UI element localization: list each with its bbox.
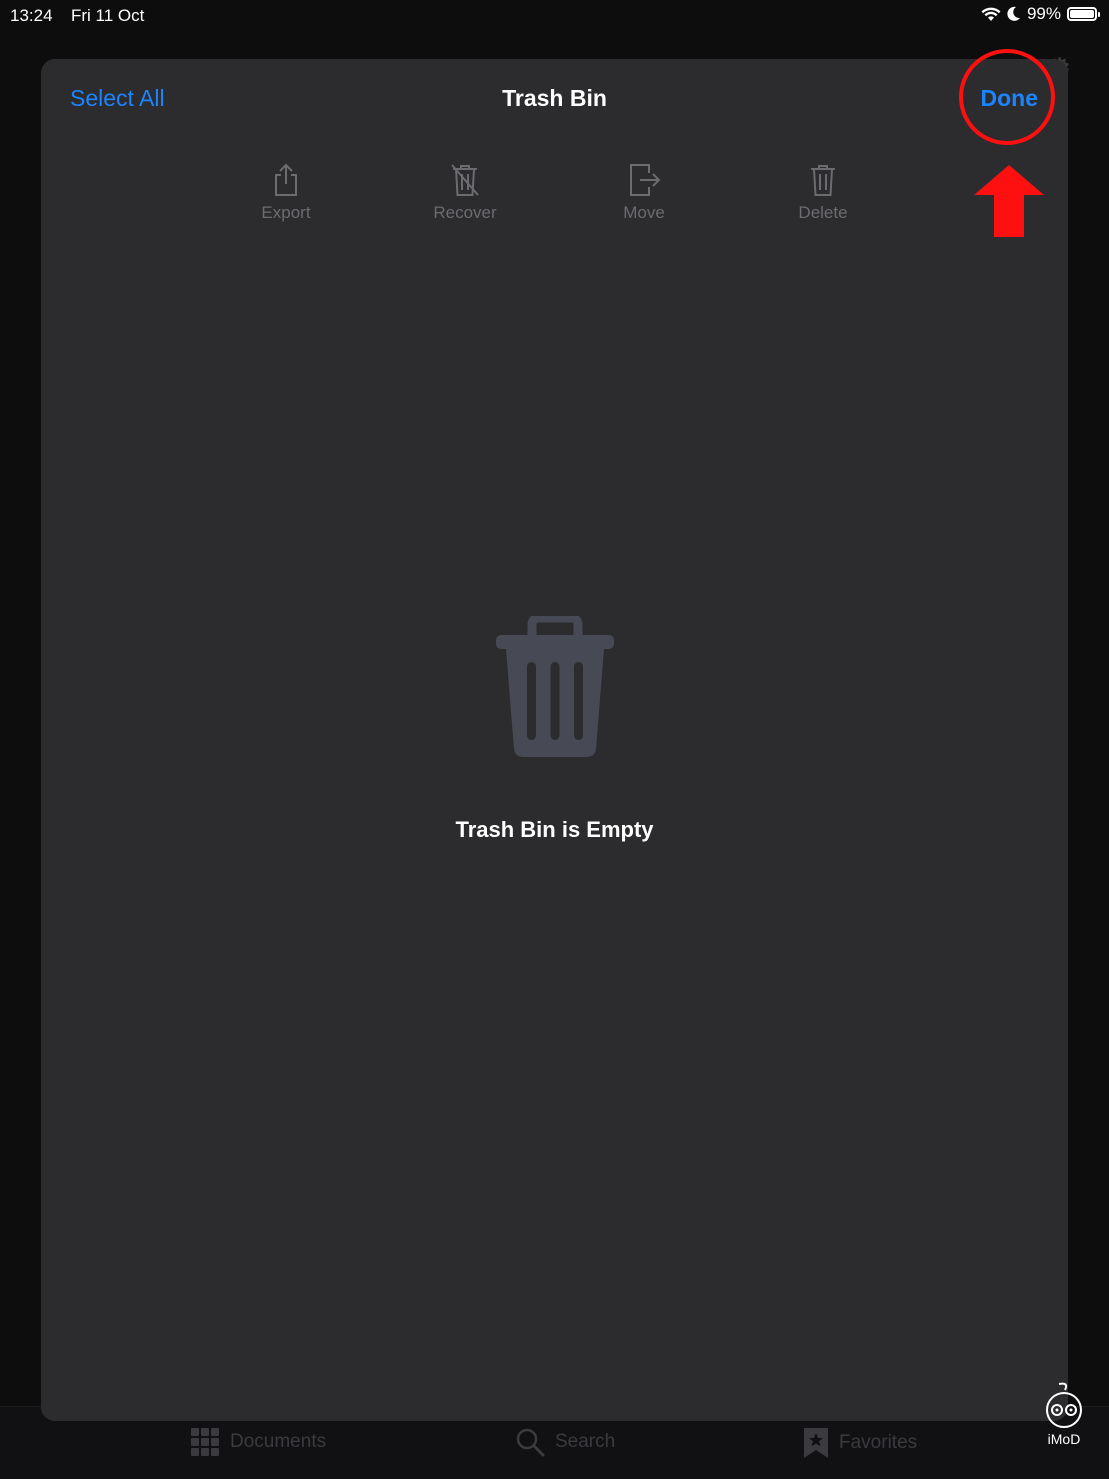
export-label: Export — [261, 203, 311, 222]
recover-button[interactable]: Recover — [405, 163, 525, 223]
move-label: Move — [623, 203, 665, 222]
empty-state-message: Trash Bin is Empty — [455, 817, 654, 842]
battery-percentage: 99% — [1026, 4, 1061, 23]
wifi-icon — [981, 7, 1001, 21]
watermark-text: iMoD — [1047, 1431, 1081, 1447]
move-button[interactable]: Move — [584, 163, 704, 223]
delete-label: Delete — [798, 203, 848, 222]
delete-button[interactable]: Delete — [763, 163, 883, 223]
status-indicators: 99% — [981, 4, 1100, 24]
tab-documents-label: Documents — [230, 1431, 327, 1452]
export-button[interactable]: Export — [226, 163, 346, 223]
recover-label: Recover — [433, 203, 497, 222]
trash-icon — [811, 165, 835, 196]
sheet-title: Trash Bin — [502, 85, 607, 111]
status-bar: 13:24 Fri 11 Oct 99% — [0, 0, 1109, 32]
tab-search-label: Search — [555, 1431, 616, 1452]
watermark-logo: iMoD — [1036, 1382, 1092, 1447]
grid-icon — [191, 1428, 219, 1456]
tab-documents[interactable]: Documents — [190, 1427, 326, 1457]
recover-trash-icon — [451, 164, 479, 196]
empty-trash-icon — [496, 616, 614, 757]
move-icon — [630, 164, 661, 196]
tab-search[interactable]: Search — [515, 1427, 615, 1457]
battery-fill — [1070, 10, 1094, 18]
moon-icon — [1007, 6, 1020, 21]
share-icon — [275, 163, 297, 196]
trash-bin-sheet: Select All Trash Bin Done Export Recover… — [41, 59, 1068, 1421]
bookmark-star-icon — [804, 1428, 828, 1458]
battery-icon — [1067, 7, 1100, 21]
annotation-circle — [959, 49, 1055, 145]
tab-favorites-label: Favorites — [839, 1432, 918, 1453]
status-time: 13:24 — [10, 6, 53, 25]
search-icon — [516, 1428, 545, 1457]
tab-favorites[interactable]: Favorites — [803, 1427, 917, 1459]
imod-mascot-icon — [1046, 1382, 1082, 1428]
annotation-arrow-up-icon — [974, 165, 1044, 237]
status-date: Fri 11 Oct — [71, 6, 145, 25]
